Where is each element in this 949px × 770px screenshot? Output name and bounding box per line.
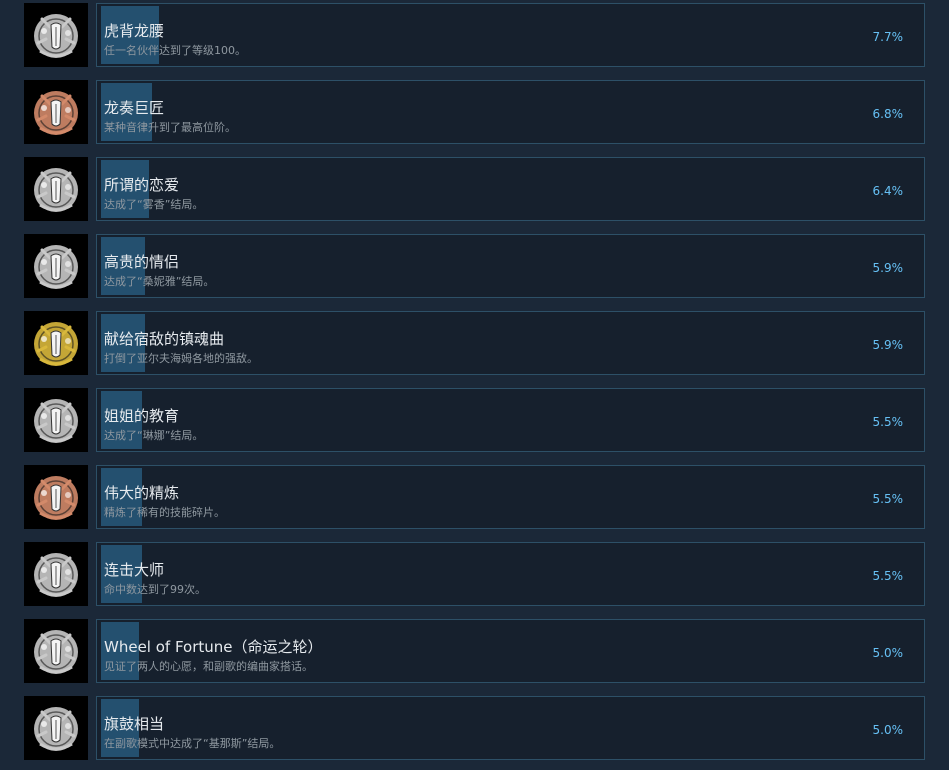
achievement-description: 打倒了亚尔夫海姆各地的强敌。 [104,352,258,365]
achievement-row[interactable]: 龙奏巨匠某种音律升到了最高位阶。 6.8% [0,77,949,154]
progress-bar [96,157,925,221]
achievement-name: 旗鼓相当 [104,715,165,733]
achievement-description: 达成了“琳娜”结局。 [104,429,204,442]
crest-silver-icon [34,399,78,443]
achievement-icon [24,388,88,452]
achievement-icon [24,234,88,298]
progress-bar [96,234,925,298]
achievement-row[interactable]: 旗鼓相当在副歌模式中达成了“基那斯”结局。 5.0% [0,693,949,770]
achievement-percent: 5.9% [872,338,904,352]
achievement-row[interactable]: 姐姐的教育达成了“琳娜”结局。 5.5% [0,385,949,462]
progress-bar [96,542,925,606]
achievement-percent: 5.0% [872,723,904,737]
achievement-row[interactable]: 献给宿敌的镇魂曲打倒了亚尔夫海姆各地的强敌。 5.9% [0,308,949,385]
crest-gold-icon [34,322,78,366]
achievement-icon [24,542,88,606]
achievement-row[interactable]: Wheel of Fortune（命运之轮） 见证了两人的心愿，和副歌的编曲家搭话… [0,616,949,693]
achievement-row[interactable]: 所谓的恋爱达成了“雾香”结局。 6.4% [0,154,949,231]
achievement-name: 虎背龙腰 [104,22,165,40]
achievement-row[interactable]: 连击大师命中数达到了99次。 5.5% [0,539,949,616]
achievement-percent: 6.8% [872,107,904,121]
achievement-name: 所谓的恋爱 [104,176,180,194]
crest-bronze-icon [34,476,78,520]
achievement-percent: 5.9% [872,261,904,275]
achievement-description: 任一名伙伴达到了等级100。 [104,44,246,57]
crest-silver-icon [34,14,78,58]
achievement-description: 精炼了稀有的技能碎片。 [104,506,225,519]
achievement-percent: 6.4% [872,184,904,198]
achievement-description: 达成了“桑妮雅”结局。 [104,275,215,288]
crest-silver-icon [34,553,78,597]
achievement-name: 连击大师 [104,561,165,579]
achievement-row[interactable]: 伟大的精炼精炼了稀有的技能碎片。 5.5% [0,462,949,539]
achievement-row[interactable]: 虎背龙腰任一名伙伴达到了等级100。 7.7% [0,0,949,77]
achievement-percent: 5.0% [872,646,904,660]
achievement-icon [24,80,88,144]
achievement-list: 虎背龙腰任一名伙伴达到了等级100。 7.7% 龙奏巨匠某种音律升到了最高位阶。 6.… [0,0,949,764]
progress-bar [96,388,925,452]
achievement-name: 献给宿敌的镇魂曲 [104,330,225,348]
crest-silver-icon [34,707,78,751]
achievement-description: 见证了两人的心愿，和副歌的编曲家搭话。 [104,660,313,673]
achievement-icon [24,311,88,375]
achievement-icon [24,619,88,683]
crest-silver-icon [34,630,78,674]
achievement-percent: 7.7% [872,30,904,44]
achievement-name: 伟大的精炼 [104,484,180,502]
achievement-name: Wheel of Fortune（命运之轮） [104,638,323,656]
achievement-percent: 5.5% [872,492,904,506]
achievement-row[interactable]: 高贵的情侣达成了“桑妮雅”结局。 5.9% [0,231,949,308]
achievement-icon [24,3,88,67]
crest-bronze-icon [34,91,78,135]
achievement-description: 达成了“雾香”结局。 [104,198,204,211]
achievement-description: 在副歌模式中达成了“基那斯”结局。 [104,737,281,750]
achievement-percent: 5.5% [872,569,904,583]
crest-silver-icon [34,245,78,289]
achievement-description: 命中数达到了99次。 [104,583,206,596]
crest-silver-icon [34,168,78,212]
achievement-icon [24,465,88,529]
achievement-percent: 5.5% [872,415,904,429]
achievement-icon [24,696,88,760]
achievement-icon [24,157,88,221]
achievement-name: 高贵的情侣 [104,253,180,271]
achievement-name: 姐姐的教育 [104,407,180,425]
achievement-description: 某种音律升到了最高位阶。 [104,121,236,134]
achievement-name: 龙奏巨匠 [104,99,165,117]
